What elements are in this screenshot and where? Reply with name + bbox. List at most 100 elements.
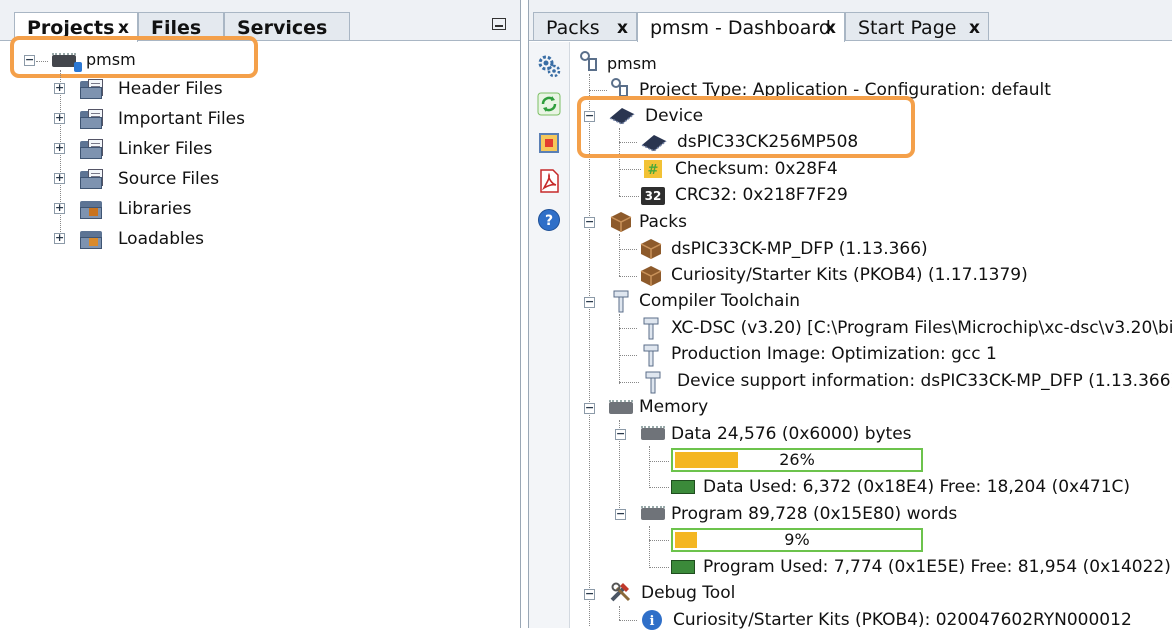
project-type-icon	[611, 78, 628, 97]
svg-text:i: i	[650, 614, 655, 629]
xc-dsc-hammer-icon	[643, 317, 659, 340]
tab-packs-label: Packs	[546, 17, 600, 39]
projects-tabbar: Projects x Files Services	[0, 0, 520, 42]
data-memory-collapse-icon[interactable]: −	[615, 428, 626, 440]
tree-item-production-image[interactable]: Production Image: Optimization: gcc 1	[671, 341, 997, 367]
tree-item-crc32[interactable]: CRC32: 0x218F7F29	[675, 182, 848, 208]
tree-item-libraries[interactable]: Libraries	[118, 196, 191, 222]
dashboard-panel: Packs x pmsm - Dashboard x Start Page x	[528, 0, 1172, 630]
tree-item-debug-tool[interactable]: Curiosity/Starter Kits (PKOB4): 02004760…	[673, 607, 1132, 633]
debug-label: Debug Tool	[641, 583, 736, 603]
compiler-collapse-icon[interactable]: −	[584, 296, 595, 308]
tab-dashboard-label: pmsm - Dashboard	[650, 17, 831, 39]
program-memory-chip-icon	[639, 506, 667, 520]
tree-item-device-support[interactable]: Device support information: dsPIC33CK-MP…	[677, 368, 1172, 394]
tree-item-loadables[interactable]: Loadables	[118, 226, 204, 252]
tree-item-important-files[interactable]: Important Files	[118, 106, 245, 132]
crc32-badge-text: 32	[644, 189, 662, 203]
header-files-label: Header Files	[118, 79, 223, 99]
debug-tools-icon	[610, 582, 631, 602]
dashboard-sidebar: ?	[529, 42, 570, 628]
data-usage-progress-bar: 26%	[671, 448, 923, 472]
program-usage-percent: 9%	[784, 530, 810, 549]
projects-panel: Projects x Files Services − pmsm + Heade…	[0, 0, 521, 628]
pack-pkob4-label: Curiosity/Starter Kits (PKOB4) (1.17.137…	[671, 265, 1028, 285]
project-root-icon	[580, 51, 597, 71]
tree-root[interactable]: pmsm	[607, 51, 657, 77]
tab-dashboard-close-icon[interactable]: x	[825, 13, 836, 43]
data-used-ram-icon	[671, 480, 695, 494]
program-used-ram-icon	[671, 560, 695, 574]
memory-chip-icon	[607, 400, 635, 414]
tree-item-packs[interactable]: Packs	[639, 209, 687, 235]
packs-box-icon	[610, 212, 632, 232]
data-memory-chip-icon	[639, 426, 667, 440]
tree-item-data-memory[interactable]: Data 24,576 (0x6000) bytes	[671, 421, 912, 447]
tree-item-source-files[interactable]: Source Files	[118, 166, 219, 192]
svg-text:#: #	[648, 163, 659, 178]
checksum-icon: #	[644, 160, 662, 178]
device-support-hammer-icon	[645, 371, 661, 394]
device-highlight-box	[577, 96, 915, 158]
tab-dashboard[interactable]: pmsm - Dashboard x	[637, 12, 845, 42]
linker-files-expand-icon[interactable]: +	[54, 142, 65, 154]
important-files-label: Important Files	[118, 109, 245, 129]
data-usage-percent: 26%	[779, 450, 815, 469]
tree-item-debug[interactable]: Debug Tool	[641, 580, 735, 606]
tree-item-header-files[interactable]: Header Files	[118, 76, 223, 102]
important-files-folder-icon	[80, 109, 106, 129]
minimize-icon[interactable]	[492, 18, 506, 30]
xc-dsc-label: XC-DSC (v3.20) [C:\Program Files\Microch…	[671, 318, 1172, 338]
loadables-expand-icon[interactable]: +	[54, 232, 65, 244]
debug-collapse-icon[interactable]: −	[584, 588, 595, 600]
settings-gear-icon[interactable]	[537, 54, 561, 78]
packs-label: Packs	[639, 212, 687, 232]
loadables-label: Loadables	[118, 229, 205, 249]
tree-item-pack-pkob4[interactable]: Curiosity/Starter Kits (PKOB4) (1.17.137…	[671, 262, 1028, 288]
project-highlight-box	[10, 36, 258, 78]
packs-collapse-icon[interactable]: −	[584, 216, 595, 228]
tree-root-label: pmsm	[607, 54, 657, 73]
data-used-label: Data Used: 6,372 (0x18E4) Free: 18,204 (…	[703, 477, 1131, 497]
source-files-expand-icon[interactable]: +	[54, 172, 65, 184]
header-files-folder-icon	[80, 79, 106, 99]
tab-start-page[interactable]: Start Page x	[845, 12, 989, 40]
tree-item-memory[interactable]: Memory	[639, 394, 708, 420]
memory-label: Memory	[639, 397, 709, 417]
pack-pkob4-box-icon	[640, 266, 662, 286]
tab-packs[interactable]: Packs x	[533, 12, 637, 40]
tab-start-page-close-icon[interactable]: x	[969, 13, 980, 43]
tree-item-checksum[interactable]: Checksum: 0x28F4	[675, 156, 838, 182]
program-memory-label: Program 89,728 (0x15E80) words	[671, 504, 958, 524]
libraries-label: Libraries	[118, 199, 192, 219]
compiler-hammer-icon	[613, 290, 629, 313]
libraries-expand-icon[interactable]: +	[54, 202, 65, 214]
tree-item-program-used[interactable]: Program Used: 7,774 (0x1E5E) Free: 81,95…	[703, 554, 1171, 580]
tree-item-linker-files[interactable]: Linker Files	[118, 136, 212, 162]
pdf-icon[interactable]	[537, 169, 561, 193]
important-files-expand-icon[interactable]: +	[54, 112, 65, 124]
tree-item-data-used[interactable]: Data Used: 6,372 (0x18E4) Free: 18,204 (…	[703, 474, 1130, 500]
crc32-label: CRC32: 0x218F7F29	[675, 185, 848, 205]
pack-dfp-label: dsPIC33CK-MP_DFP (1.13.366)	[671, 239, 928, 259]
tree-item-pack-dfp[interactable]: dsPIC33CK-MP_DFP (1.13.366)	[671, 236, 928, 262]
checksum-label: Checksum: 0x28F4	[675, 159, 838, 179]
production-image-hammer-icon	[643, 344, 659, 367]
source-files-folder-icon	[80, 169, 106, 189]
production-image-label: Production Image: Optimization: gcc 1	[671, 344, 997, 364]
refresh-icon[interactable]	[537, 92, 561, 116]
memory-collapse-icon[interactable]: −	[584, 402, 595, 414]
tree-item-compiler[interactable]: Compiler Toolchain	[639, 288, 800, 314]
tree-item-program-memory[interactable]: Program 89,728 (0x15E80) words	[671, 501, 957, 527]
dashboard-tabbar: Packs x pmsm - Dashboard x Start Page x	[529, 0, 1172, 42]
compiler-label: Compiler Toolchain	[639, 291, 800, 311]
help-icon[interactable]: ?	[537, 208, 561, 232]
linker-files-label: Linker Files	[118, 139, 213, 159]
program-memory-collapse-icon[interactable]: −	[615, 508, 626, 520]
header-files-expand-icon[interactable]: +	[54, 82, 65, 94]
tree-item-xc-dsc[interactable]: XC-DSC (v3.20) [C:\Program Files\Microch…	[671, 315, 1172, 341]
tab-packs-close-icon[interactable]: x	[617, 13, 628, 43]
loadables-folder-icon	[80, 229, 106, 249]
program-usage-progress-bar: 9%	[671, 528, 923, 552]
chip-view-icon[interactable]	[537, 131, 561, 155]
